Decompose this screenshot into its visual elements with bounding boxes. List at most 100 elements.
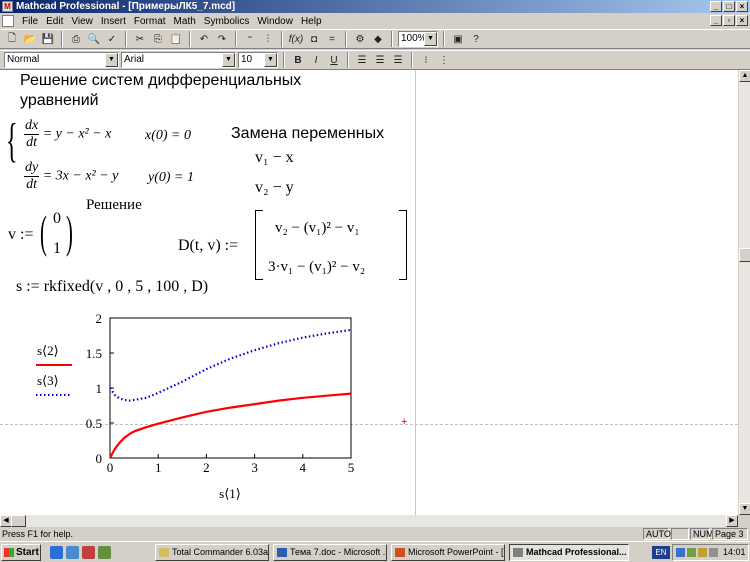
volume-icon[interactable]	[698, 548, 707, 557]
desktop-quicklaunch-icon[interactable]	[66, 546, 79, 559]
equation-1[interactable]: dx dt = y − x² − x	[24, 118, 111, 151]
chevron-down-icon[interactable]: ▼	[424, 32, 437, 46]
v-left-paren: (	[40, 206, 47, 257]
align-down-icon[interactable]: ⫶	[260, 31, 276, 47]
system-tray: 14:01	[672, 544, 749, 561]
new-document-icon[interactable]: 🗋	[4, 31, 20, 47]
underline-icon[interactable]: U	[326, 52, 342, 68]
media-quicklaunch-icon[interactable]	[82, 546, 95, 559]
maximize-button[interactable]: □	[723, 1, 735, 12]
menu-insert[interactable]: Insert	[97, 16, 130, 27]
font-size-select[interactable]: 10 ▼	[238, 52, 278, 68]
print-icon[interactable]: ⎙	[68, 31, 84, 47]
print-preview-icon[interactable]: 🔍	[86, 31, 102, 47]
solution-plot[interactable]: 0 1 2 3 4 5 0 0.5 1 1.5 2 s⟨2⟩ s⟨3⟩ s⟨1⟩	[0, 305, 415, 515]
solution-label[interactable]: Решение	[86, 197, 142, 214]
hscroll-thumb[interactable]	[11, 515, 26, 527]
redo-icon[interactable]: ↷	[214, 31, 230, 47]
series-line-2	[109, 392, 352, 459]
chevron-down-icon[interactable]: ▼	[222, 53, 235, 67]
menu-view[interactable]: View	[67, 16, 97, 27]
menu-symbolics[interactable]: Symbolics	[200, 16, 254, 27]
menu-math[interactable]: Math	[170, 16, 200, 27]
menu-file[interactable]: File	[18, 16, 42, 27]
task-mathcad[interactable]: Mathcad Professional...	[509, 544, 629, 561]
zoom-select[interactable]: 100% ▼	[398, 31, 438, 47]
doc-heading-line2[interactable]: уравнений	[20, 92, 99, 110]
x-tick-label: 5	[348, 460, 355, 475]
menu-help[interactable]: Help	[297, 16, 326, 27]
minimize-button[interactable]: _	[710, 1, 722, 12]
taskbar: Start Total Commander 6.03a ... Тема 7.d…	[0, 541, 750, 562]
task-powerpoint[interactable]: Microsoft PowerPoint - [...	[391, 544, 505, 561]
font-select[interactable]: Arial ▼	[121, 52, 236, 68]
style-value: Normal	[7, 54, 40, 65]
insert-function-icon[interactable]: f(x)	[288, 31, 304, 47]
resource-icon[interactable]: ▣	[450, 31, 466, 47]
close-button[interactable]: ×	[736, 1, 748, 12]
system-brace: {	[6, 114, 18, 167]
worksheet[interactable]: + Решение систем дифференциальных уравне…	[0, 70, 738, 515]
insert-unit-icon[interactable]: ◘	[306, 31, 322, 47]
horizontal-scrollbar[interactable]: ◀ ▶	[0, 515, 738, 527]
v-definition[interactable]: v :=	[8, 226, 33, 244]
doc-minimize-button[interactable]: _	[710, 15, 722, 26]
vertical-scrollbar[interactable]: ▲ ▼	[738, 70, 750, 515]
undo-icon[interactable]: ↶	[196, 31, 212, 47]
align-left-icon[interactable]: ☰	[354, 52, 370, 68]
doc-heading-line1[interactable]: Решение систем дифференциальных	[20, 72, 301, 90]
substitution-2[interactable]: v₂ − y	[255, 179, 294, 197]
windows-logo-icon	[4, 548, 14, 557]
menu-edit[interactable]: Edit	[42, 16, 67, 27]
numbering-icon[interactable]: ⋮	[436, 52, 452, 68]
antivirus-icon[interactable]	[687, 548, 696, 557]
menu-window[interactable]: Window	[253, 16, 297, 27]
page-break-line	[415, 70, 416, 515]
align-across-icon[interactable]: ⁼	[242, 31, 258, 47]
chevron-down-icon[interactable]: ▼	[105, 53, 118, 67]
scroll-thumb[interactable]	[739, 248, 750, 262]
task-total-commander[interactable]: Total Commander 6.03a ...	[155, 544, 269, 561]
network-icon[interactable]	[676, 548, 685, 557]
menu-format[interactable]: Format	[130, 16, 170, 27]
start-button[interactable]: Start	[1, 544, 41, 561]
substitution-label[interactable]: Замена переменных	[231, 125, 384, 143]
style-select[interactable]: Normal ▼	[4, 52, 119, 68]
scroll-down-icon[interactable]: ▼	[739, 503, 750, 515]
open-folder-icon[interactable]: 📂	[22, 31, 38, 47]
ie-quicklaunch-icon[interactable]	[50, 546, 63, 559]
tray-misc-icon[interactable]	[709, 548, 718, 557]
task-label: Mathcad Professional...	[526, 547, 627, 557]
scroll-right-icon[interactable]: ▶	[726, 515, 738, 527]
doc-close-button[interactable]: ×	[736, 15, 748, 26]
initial-condition-y[interactable]: y(0) = 1	[148, 170, 194, 186]
scroll-up-icon[interactable]: ▲	[739, 70, 750, 82]
substitution-1[interactable]: v₁ − x	[255, 149, 294, 167]
rkfixed-call[interactable]: s := rkfixed(v , 0 , 5 , 100 , D)	[16, 278, 208, 296]
cut-icon[interactable]: ✂	[132, 31, 148, 47]
initial-condition-x[interactable]: x(0) = 0	[145, 128, 191, 144]
chevron-down-icon[interactable]: ▼	[264, 53, 277, 67]
spellcheck-icon[interactable]: ✓	[104, 31, 120, 47]
bold-icon[interactable]: B	[290, 52, 306, 68]
component-icon[interactable]: ⚙	[352, 31, 368, 47]
align-right-icon[interactable]: ☰	[390, 52, 406, 68]
italic-icon[interactable]: I	[308, 52, 324, 68]
app-quicklaunch-icon[interactable]	[98, 546, 111, 559]
calculate-icon[interactable]: =	[324, 31, 340, 47]
copy-icon[interactable]: ⎘	[150, 31, 166, 47]
save-icon[interactable]: 💾	[40, 31, 56, 47]
resource-center-icon[interactable]: ◆	[370, 31, 386, 47]
help-icon[interactable]: ?	[468, 31, 484, 47]
language-indicator[interactable]: EN	[652, 546, 670, 559]
task-word[interactable]: Тема 7.doc - Microsoft ...	[273, 544, 387, 561]
y-tick-label: 0.5	[86, 416, 102, 431]
paste-icon[interactable]: 📋	[168, 31, 184, 47]
D-definition[interactable]: D(t, v) :=	[178, 237, 238, 255]
D-row-1: v₂ − (v₁)² − v₁	[275, 220, 360, 236]
document-icon[interactable]	[2, 15, 14, 27]
align-center-icon[interactable]: ☰	[372, 52, 388, 68]
bullets-icon[interactable]: ⁝	[418, 52, 434, 68]
doc-restore-button[interactable]: ▫	[723, 15, 735, 26]
equation-2[interactable]: dy dt = 3x − x² − y	[24, 160, 118, 193]
